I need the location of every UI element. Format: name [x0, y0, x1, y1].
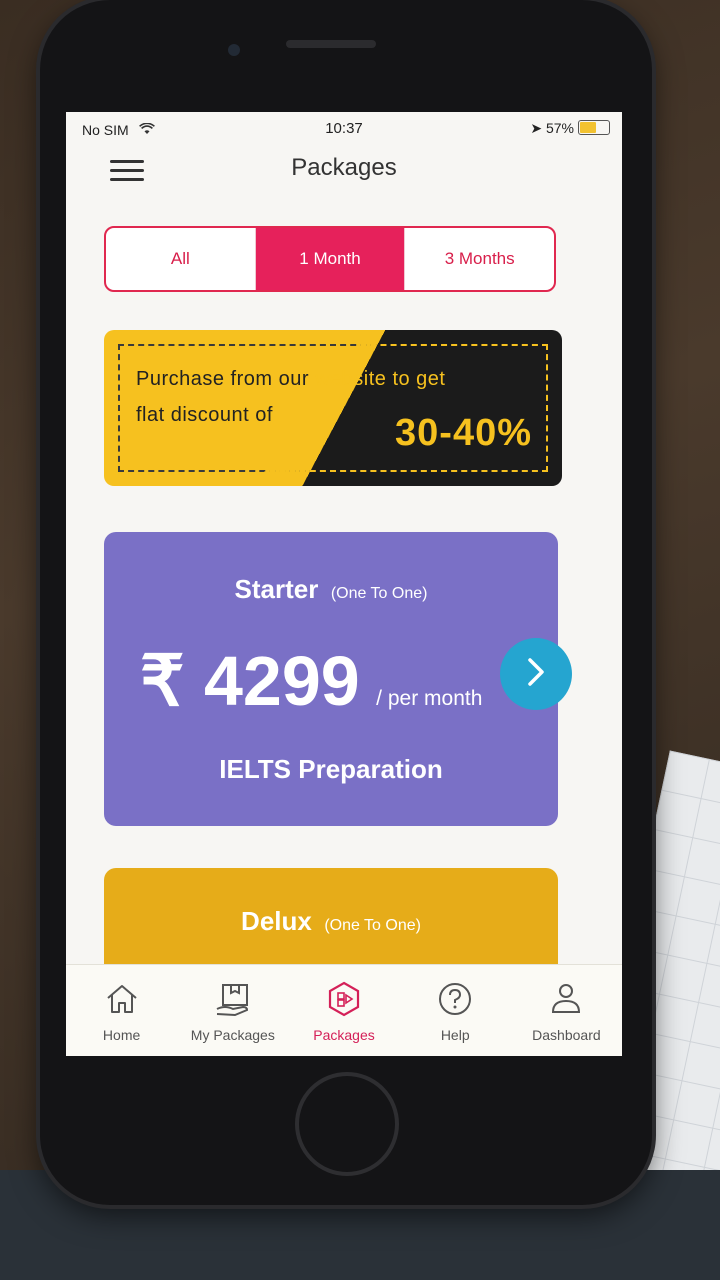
- package-card-starter[interactable]: Starter (One To One) ₹ 4299 / per month …: [104, 532, 558, 826]
- banner-text-a: Purchase from our: [136, 368, 310, 390]
- tab-all[interactable]: All: [106, 228, 255, 290]
- banner-text-b: website to get: [315, 368, 446, 390]
- nav-label: Help: [440, 1027, 470, 1043]
- status-bar: No SIM 10:37 ➤ 57%: [66, 112, 622, 142]
- price-period: / per month: [376, 687, 483, 710]
- package-title: Starter (One To One): [104, 574, 558, 605]
- box-icon: [216, 984, 248, 1017]
- nav-home[interactable]: Home: [66, 965, 177, 1056]
- package-type: (One To One): [330, 585, 428, 602]
- nav-help[interactable]: Help: [400, 965, 511, 1056]
- nav-my-packages[interactable]: My Packages: [177, 965, 288, 1056]
- nav-label: Home: [102, 1027, 141, 1043]
- battery-icon: [578, 120, 610, 135]
- banner-line-1: Purchase from our website to get: [136, 368, 446, 391]
- home-icon: [106, 985, 137, 1013]
- package-title: Delux (One To One): [104, 906, 558, 937]
- nav-packages[interactable]: Packages: [288, 965, 399, 1056]
- tab-1-month[interactable]: 1 Month: [254, 228, 405, 290]
- location-icon: ➤: [530, 120, 543, 136]
- package-type: (One To One): [324, 917, 421, 934]
- bottom-nav: Home My Packages Packages Help Dashboard: [66, 964, 622, 1056]
- tab-3-months[interactable]: 3 Months: [404, 228, 554, 290]
- chevron-right-icon: [525, 657, 547, 692]
- discount-banner[interactable]: Purchase from our website to get flat di…: [104, 330, 562, 486]
- package-name: Delux: [241, 906, 312, 936]
- battery-text: 57%: [545, 120, 574, 136]
- period-tabs: All 1 Month 3 Months: [104, 226, 556, 292]
- package-course: IELTS Preparation: [219, 754, 443, 784]
- banner-line-2: flat discount of: [136, 404, 273, 426]
- battery-level: [580, 122, 596, 133]
- page-title: Packages: [291, 154, 397, 181]
- speaker: [286, 40, 376, 48]
- screen: No SIM 10:37 ➤ 57% Packages All 1 Month …: [66, 112, 622, 1056]
- packages-icon: [328, 981, 360, 1017]
- home-button[interactable]: [295, 1072, 399, 1176]
- price-amount: ₹ 4299: [140, 642, 360, 720]
- user-icon: [552, 984, 581, 1013]
- nav-dashboard[interactable]: Dashboard: [511, 965, 622, 1056]
- package-price: ₹ 4299 / per month: [140, 640, 482, 722]
- front-camera: [228, 44, 240, 56]
- package-name: Starter: [234, 574, 319, 604]
- app-header: Packages: [66, 146, 622, 196]
- nav-label: My Packages: [190, 1027, 275, 1043]
- banner-discount: 30-40%: [395, 412, 532, 454]
- next-arrow-button[interactable]: [500, 638, 572, 710]
- battery-percent: ➤ 57%: [530, 120, 574, 137]
- nav-label: Packages: [313, 1027, 375, 1043]
- nav-label: Dashboard: [532, 1027, 601, 1043]
- help-icon: [439, 983, 472, 1015]
